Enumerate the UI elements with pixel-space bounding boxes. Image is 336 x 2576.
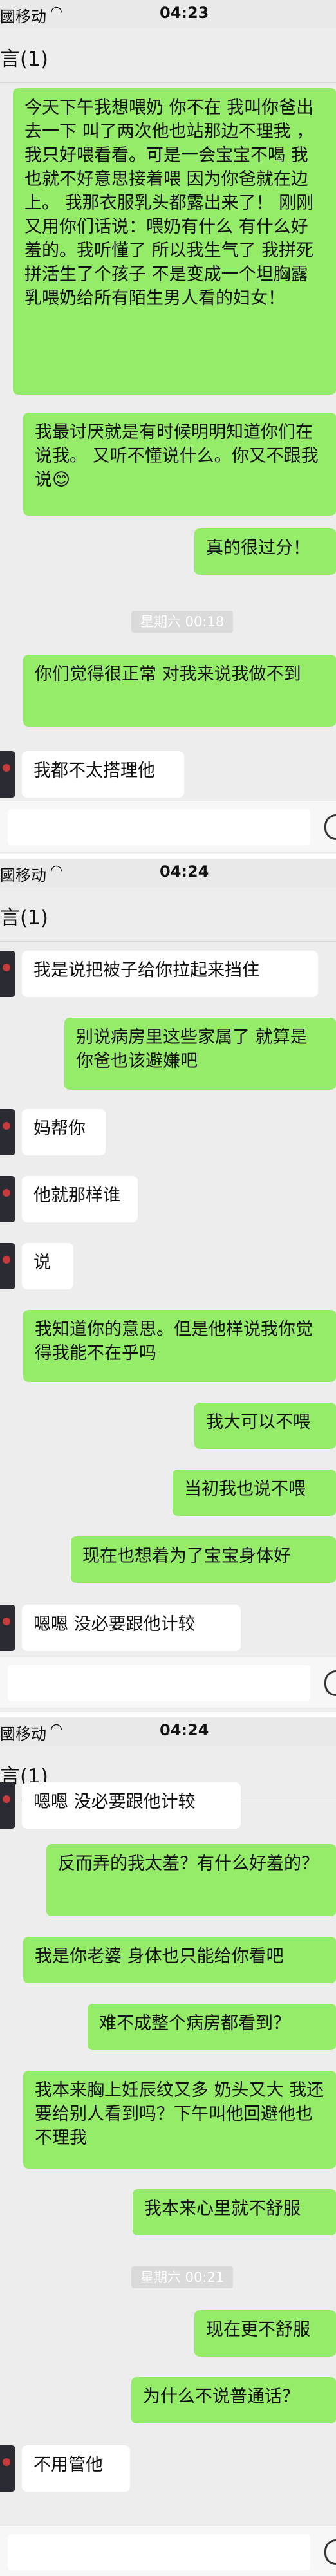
avatar[interactable]	[0, 1782, 15, 1829]
avatar-image	[3, 2458, 10, 2466]
message-bubble[interactable]: 嗯嗯 没必要跟他计较	[22, 1782, 241, 1829]
clock: 04:23	[160, 4, 209, 22]
status-bar: 國移动 ◠ 04:24	[0, 1717, 336, 1746]
carrier-label: 國移动	[0, 1725, 46, 1743]
wifi-icon: ◠	[50, 1721, 63, 1737]
screenshot-divider	[0, 854, 336, 859]
emoji-icon[interactable]	[324, 814, 336, 840]
message-bubble[interactable]: 为什么不说普通话？	[131, 2377, 336, 2423]
message-bubble[interactable]: 说	[22, 1243, 73, 1289]
message-bubble[interactable]: 我最讨厌就是有时候明明知道你们在说我。 又听不懂说什么。你又不跟我说😊	[23, 413, 336, 516]
message-bubble[interactable]: 我本来胸上妊辰纹又多 奶头又大 我还要给别人看到吗？下午叫他回避他也不理我	[23, 2071, 336, 2169]
message-bubble[interactable]: 不用管他	[22, 2445, 130, 2492]
message-bubble[interactable]: 我本来心里就不舒服	[133, 2189, 336, 2235]
avatar-image	[3, 764, 10, 772]
message-bubble[interactable]: 今天下午我想喂奶 你不在 我叫你爸出去一下 叫了两次他也站那边不理我 ，我只好喂…	[13, 88, 336, 395]
input-bar	[0, 801, 336, 852]
clock: 04:24	[160, 1721, 209, 1739]
avatar-image	[3, 1189, 10, 1197]
message-bubble[interactable]: 他就那样谁	[22, 1176, 138, 1222]
chat-screen-3: 國移动 ◠ 04:24 言(1) 嗯嗯 没必要跟他计较 反而弄的我太羞？有什么好…	[0, 1717, 336, 2576]
message-bubble[interactable]: 别说病房里这些家属了 就算是你爸也该避嫌吧	[64, 1018, 336, 1090]
message-bubble[interactable]: 妈帮你	[22, 1109, 106, 1155]
timestamp: 星期六 00:18	[131, 611, 234, 633]
avatar[interactable]	[0, 2445, 15, 2492]
avatar-image	[3, 1795, 10, 1803]
carrier-label: 國移动	[0, 8, 46, 26]
message-bubble[interactable]: 现在更不舒服	[194, 2310, 336, 2357]
status-bar: 國移动 ◠ 04:23	[0, 0, 336, 28]
avatar[interactable]	[0, 1243, 15, 1289]
emoji-icon[interactable]	[324, 2539, 336, 2565]
message-bubble[interactable]: 我都不太搭理他	[22, 751, 184, 798]
chat-screen-2: 國移动 ◠ 04:24 言(1) 我是说把被子给你拉起来挡住 别说病房里这些家属…	[0, 859, 336, 1715]
message-bubble[interactable]: 现在也想着为了宝宝身体好	[71, 1536, 336, 1583]
message-bubble[interactable]: 真的很过分！	[194, 528, 336, 575]
emoji-icon[interactable]	[324, 1670, 336, 1696]
message-bubble[interactable]: 我大可以不喂	[194, 1403, 336, 1449]
message-input[interactable]	[8, 1665, 310, 1701]
chat-title-bar: 言(1)	[0, 887, 336, 942]
avatar-image	[3, 1122, 10, 1130]
message-bubble[interactable]: 难不成整个病房都看到？	[88, 2004, 336, 2050]
message-bubble[interactable]: 我是你老婆 身体也只能给你看吧	[23, 1937, 336, 1983]
avatar[interactable]	[0, 751, 15, 798]
message-bubble[interactable]: 当初我也说不喂	[173, 1470, 336, 1516]
message-bubble[interactable]: 我知道你的意思。但是他样说我你觉得我能不在乎吗	[23, 1310, 336, 1382]
clock: 04:24	[160, 863, 209, 881]
status-bar: 國移动 ◠ 04:24	[0, 859, 336, 887]
input-bar	[0, 1657, 336, 1708]
avatar-image	[3, 964, 10, 971]
message-bubble[interactable]: 我是说把被子给你拉起来挡住	[22, 951, 318, 997]
avatar[interactable]	[0, 1109, 15, 1155]
message-bubble[interactable]: 嗯嗯 没必要跟他计较	[22, 1605, 241, 1651]
avatar-image	[3, 1618, 10, 1625]
avatar[interactable]	[0, 951, 15, 997]
screenshot-divider	[0, 1712, 336, 1717]
message-input[interactable]	[8, 809, 310, 845]
carrier-label: 國移动	[0, 866, 46, 884]
wifi-icon: ◠	[50, 4, 63, 20]
avatar[interactable]	[0, 1605, 15, 1651]
wifi-icon: ◠	[50, 863, 63, 879]
avatar-image	[3, 1256, 10, 1264]
message-bubble[interactable]: 反而弄的我太羞？有什么好羞的？	[46, 1844, 336, 1916]
avatar[interactable]	[0, 1176, 15, 1222]
chat-title[interactable]: 言(1)	[0, 901, 48, 930]
message-bubble[interactable]: 你们觉得很正常 对我来说我做不到	[23, 655, 336, 727]
chat-title-bar: 言(1)	[0, 28, 336, 83]
message-input[interactable]	[8, 2534, 310, 2570]
timestamp: 星期六 00:21	[131, 2266, 234, 2288]
chat-title[interactable]: 言(1)	[0, 42, 48, 71]
chat-screen-1: 國移动 ◠ 04:23 言(1) 今天下午我想喂奶 你不在 我叫你爸出去一下 叫…	[0, 0, 336, 856]
input-bar	[0, 2526, 336, 2576]
